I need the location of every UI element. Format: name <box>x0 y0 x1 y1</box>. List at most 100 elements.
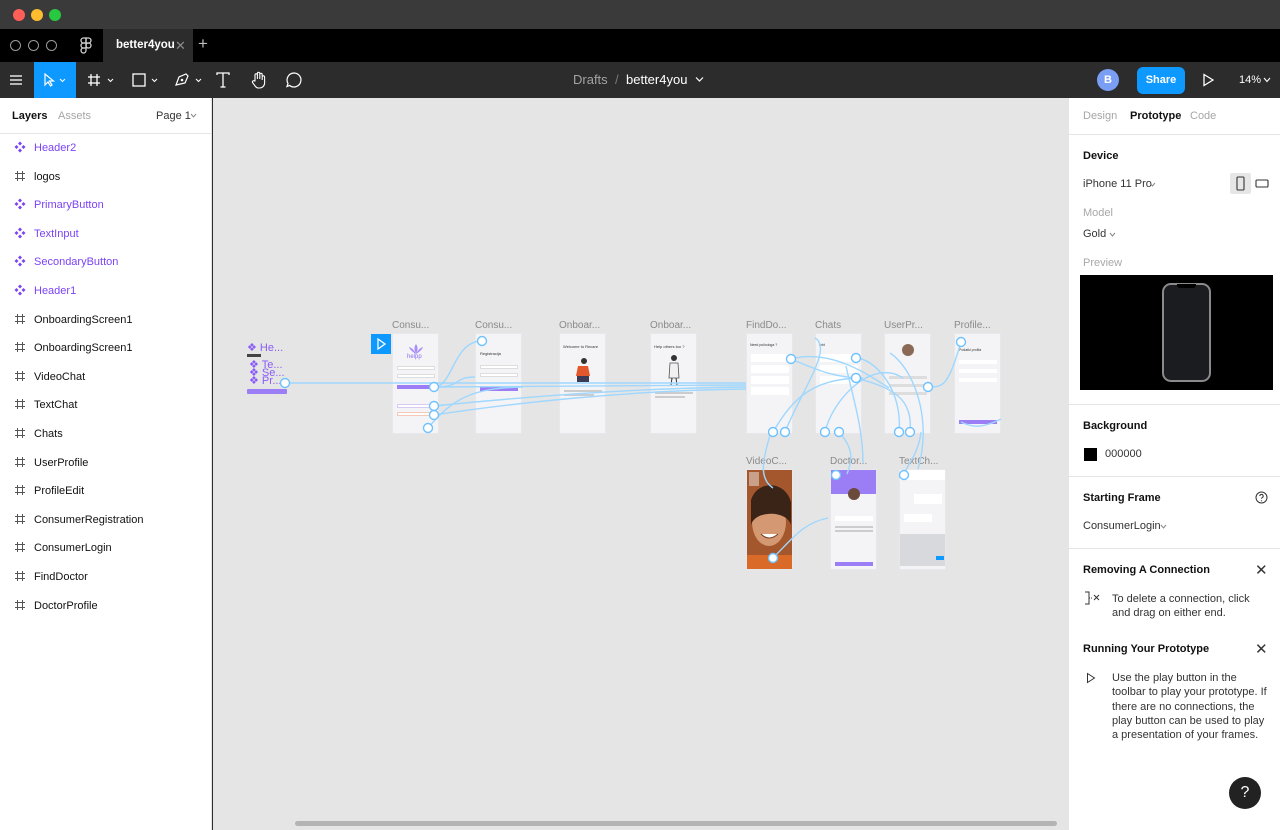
layer-name: TextInput <box>34 227 79 240</box>
help-circle-icon[interactable] <box>1255 491 1268 504</box>
removing-connection-text: To delete a connection, click and drag o… <box>1112 593 1250 619</box>
portrait-phone-icon <box>1236 176 1245 191</box>
move-tool-button[interactable] <box>34 62 76 98</box>
portrait-orientation-button[interactable] <box>1230 173 1251 194</box>
layer-item[interactable]: ConsumerRegistration <box>0 506 211 534</box>
starting-frame-select[interactable]: ConsumerLogin <box>1083 520 1161 532</box>
frame-hash-icon <box>15 342 25 353</box>
frame-tool-button[interactable] <box>84 62 120 98</box>
rectangle-icon <box>132 73 158 87</box>
layer-name: FindDoctor <box>34 571 88 583</box>
layer-item[interactable]: SecondaryButton <box>0 248 211 276</box>
layer-name: Header1 <box>34 285 77 297</box>
layer-item[interactable]: VideoChat <box>0 363 211 391</box>
background-color-swatch[interactable] <box>1084 448 1097 461</box>
maximize-window-button[interactable] <box>49 9 61 21</box>
layer-item[interactable]: logos <box>0 163 211 191</box>
page-chevron-down-icon[interactable] <box>190 113 197 118</box>
layer-name: ConsumerRegistration <box>34 513 144 526</box>
design-canvas[interactable]: ❖ He... ❖ Te... ❖ Se... ❖ Pr... Consu...… <box>213 98 1068 830</box>
layer-item[interactable]: PrimaryButton <box>0 191 211 219</box>
horizontal-scrollbar[interactable] <box>295 821 1057 826</box>
layer-item[interactable]: OnboardingScreen1 <box>0 306 211 334</box>
layer-item[interactable]: Header1 <box>0 277 211 305</box>
layer-name: ProfileEdit <box>34 485 85 498</box>
model-select[interactable]: Gold <box>1083 228 1106 240</box>
preview-label: Preview <box>1083 257 1123 269</box>
layer-item[interactable]: FindDoctor <box>0 563 211 591</box>
model-label: Model <box>1083 207 1113 219</box>
divider <box>1069 476 1280 477</box>
help-button[interactable]: ? <box>1229 777 1261 809</box>
breadcrumb-folder[interactable]: Drafts <box>573 72 608 87</box>
zoom-level[interactable]: 14% <box>1239 74 1261 86</box>
frame-hash-icon <box>15 542 25 553</box>
close-tab-icon[interactable]: ✕ <box>175 38 186 54</box>
tab-code[interactable]: Code <box>1190 110 1216 122</box>
comment-tool-button[interactable] <box>282 62 306 98</box>
layer-name: PrimaryButton <box>34 199 104 212</box>
layer-name: DoctorProfile <box>34 599 98 612</box>
layer-item[interactable]: OnboardingScreen1 <box>0 334 211 362</box>
breadcrumb-file-name[interactable]: better4you <box>626 72 687 87</box>
layer-item[interactable]: UserProfile <box>0 449 211 477</box>
hand-tool-button[interactable] <box>246 62 272 98</box>
user-avatar[interactable]: B <box>1097 69 1119 91</box>
layer-item[interactable]: Header2 <box>0 134 211 162</box>
device-select[interactable]: iPhone 11 Pro <box>1083 178 1152 190</box>
file-menu-chevron-down-icon[interactable] <box>695 76 704 83</box>
file-tab-label: better4you <box>116 39 175 51</box>
tab-prototype[interactable]: Prototype <box>1130 110 1181 122</box>
layer-item[interactable]: ConsumerLogin <box>0 534 211 562</box>
frame-hash-icon <box>15 399 25 410</box>
figma-logo-icon[interactable] <box>79 37 93 54</box>
background-hex-value[interactable]: 000000 <box>1105 448 1142 460</box>
layer-item[interactable]: TextInput <box>0 220 211 248</box>
hand-icon <box>251 71 266 89</box>
landscape-phone-icon[interactable] <box>1255 178 1269 188</box>
minimize-window-button[interactable] <box>31 9 43 21</box>
comment-bubble-icon <box>286 72 302 88</box>
layer-item[interactable]: ProfileEdit <box>0 477 211 505</box>
zoom-chevron-down-icon[interactable] <box>1263 77 1271 83</box>
layer-item[interactable]: TextChat <box>0 391 211 419</box>
left-panel-tabs: Layers Assets Page 1 <box>0 98 211 134</box>
model-chevron-down-icon[interactable] <box>1109 232 1116 237</box>
close-window-button[interactable] <box>13 9 25 21</box>
text-tool-button[interactable] <box>210 62 236 98</box>
layer-name: VideoChat <box>34 370 86 383</box>
main-menu-hamburger-icon[interactable] <box>0 62 32 98</box>
phone-mockup <box>1162 283 1211 382</box>
shape-tool-button[interactable] <box>128 62 164 98</box>
layer-item[interactable]: DoctorProfile <box>0 592 211 620</box>
layer-item[interactable]: Chats <box>0 420 211 448</box>
frame-hash-icon <box>15 513 25 524</box>
device-heading: Device <box>1083 150 1119 162</box>
device-preview <box>1080 275 1273 390</box>
component-icon <box>14 198 26 210</box>
tab-nav-dot-icon <box>10 40 21 51</box>
close-tip-icon[interactable]: ✕ <box>1255 640 1268 658</box>
starting-frame-chevron-down-icon[interactable] <box>1160 524 1167 529</box>
present-play-icon[interactable] <box>1202 73 1214 87</box>
tab-design[interactable]: Design <box>1083 110 1117 122</box>
device-chevron-down-icon[interactable] <box>1149 182 1156 187</box>
running-prototype-heading: Running Your Prototype <box>1083 643 1210 655</box>
frame-hash-icon <box>88 74 114 86</box>
frame-hash-icon <box>15 170 25 181</box>
layer-name: TextChat <box>34 399 78 412</box>
close-tip-icon[interactable]: ✕ <box>1255 561 1268 579</box>
new-tab-plus-icon[interactable]: + <box>198 34 208 54</box>
page-selector[interactable]: Page 1 <box>156 110 191 122</box>
tab-layers[interactable]: Layers <box>12 110 47 122</box>
layer-name: logos <box>34 170 61 183</box>
tab-assets[interactable]: Assets <box>58 110 91 122</box>
pen-tool-button[interactable] <box>170 62 206 98</box>
file-tab[interactable]: better4you ✕ <box>103 29 193 62</box>
layer-name: Chats <box>34 428 63 440</box>
share-button[interactable]: Share <box>1137 67 1185 94</box>
component-icon <box>14 141 26 153</box>
component-icon <box>14 227 26 239</box>
running-prototype-text: Use the play button in the toolbar to pl… <box>1112 672 1267 742</box>
component-icon <box>14 284 26 296</box>
